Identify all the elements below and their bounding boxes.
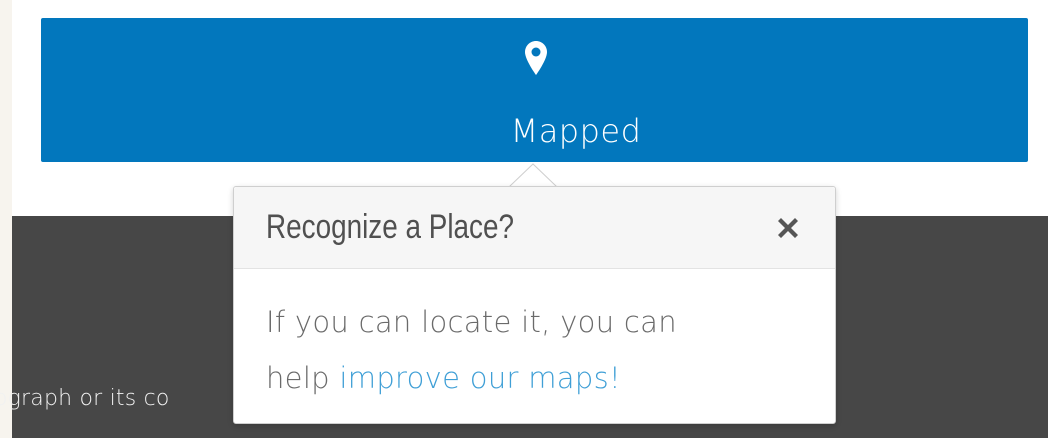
recognize-place-popover: Recognize a Place? If you can locate it,… (233, 186, 836, 424)
photo-caption-text: ograph or its co (0, 386, 170, 411)
popover-body-prefix: help (266, 361, 340, 395)
mapped-button-label: Mapped (510, 112, 642, 150)
map-pin-icon (525, 41, 547, 75)
popover-arrow (509, 163, 557, 187)
popover-title: Recognize a Place? (266, 208, 514, 246)
popover-body: If you can locate it, you can help impro… (266, 294, 786, 406)
popover-header: Recognize a Place? (234, 187, 835, 269)
popover-body-line-1: If you can locate it, you can (266, 305, 677, 339)
close-icon[interactable] (772, 212, 804, 244)
improve-maps-link[interactable]: improve our maps! (339, 361, 621, 395)
page-left-edge (0, 0, 12, 438)
